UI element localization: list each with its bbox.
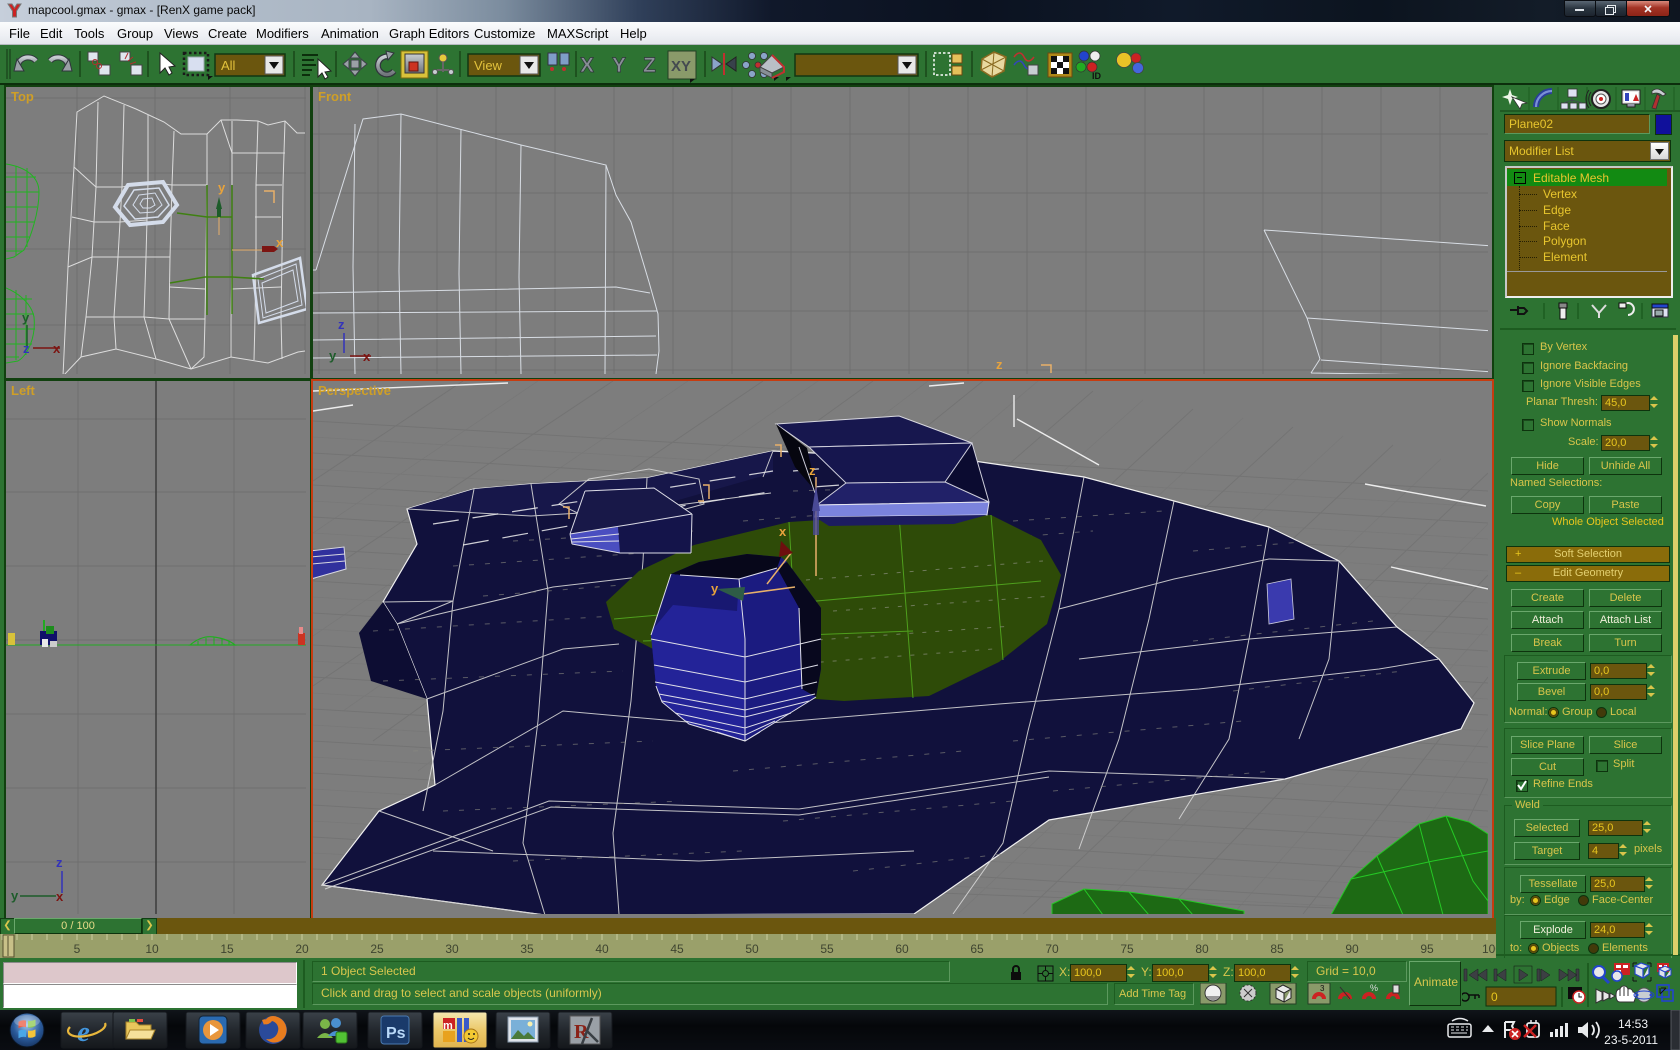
svg-text:23-5-2011: 23-5-2011	[1604, 1033, 1658, 1047]
svg-text:75: 75	[1120, 942, 1134, 956]
svg-text:View: View	[474, 58, 503, 73]
svg-text:x: x	[779, 524, 787, 539]
svg-text:Z: Z	[643, 54, 656, 77]
svg-text:ID: ID	[1092, 71, 1102, 81]
svg-text:%: %	[1370, 983, 1378, 993]
svg-text:z: z	[23, 341, 30, 356]
svg-text:40: 40	[595, 942, 609, 956]
svg-text:m: m	[443, 1020, 453, 1032]
svg-text:3: 3	[1320, 984, 1325, 993]
svg-text:65: 65	[970, 942, 984, 956]
svg-text:5: 5	[74, 942, 81, 956]
svg-text:y: y	[329, 348, 337, 363]
svg-text:20: 20	[295, 942, 309, 956]
svg-text:70: 70	[1045, 942, 1059, 956]
svg-text:y: y	[218, 180, 226, 195]
svg-text:x: x	[56, 889, 64, 904]
svg-text:100: 100	[1482, 942, 1496, 956]
svg-text:XY: XY	[671, 58, 691, 75]
svg-text:z: z	[56, 855, 63, 870]
svg-text:y: y	[22, 310, 30, 325]
svg-text:85: 85	[1270, 942, 1284, 956]
svg-text:y: y	[711, 581, 719, 596]
svg-text:50: 50	[745, 942, 759, 956]
svg-text:0: 0	[1491, 990, 1498, 1004]
svg-text:e: e	[77, 1016, 90, 1048]
svg-text:z: z	[809, 463, 816, 478]
svg-text:X: X	[580, 54, 594, 77]
svg-text:14:53: 14:53	[1618, 1017, 1648, 1031]
svg-text:Y: Y	[612, 54, 626, 77]
svg-text:y: y	[11, 888, 19, 903]
svg-text:Ps: Ps	[386, 1025, 406, 1042]
svg-text:All: All	[221, 58, 236, 73]
svg-text:30: 30	[445, 942, 459, 956]
svg-text:z: z	[996, 357, 1003, 372]
svg-text:80: 80	[1195, 942, 1209, 956]
svg-text:10: 10	[145, 942, 159, 956]
svg-text:z: z	[338, 317, 345, 332]
svg-text:90: 90	[1345, 942, 1359, 956]
svg-text:35: 35	[520, 942, 534, 956]
svg-text:x: x	[276, 235, 284, 250]
svg-text:60: 60	[895, 942, 909, 956]
svg-text:55: 55	[820, 942, 834, 956]
svg-text:95: 95	[1420, 942, 1434, 956]
svg-text:15: 15	[220, 942, 234, 956]
svg-text:45: 45	[670, 942, 684, 956]
svg-text:25: 25	[370, 942, 384, 956]
